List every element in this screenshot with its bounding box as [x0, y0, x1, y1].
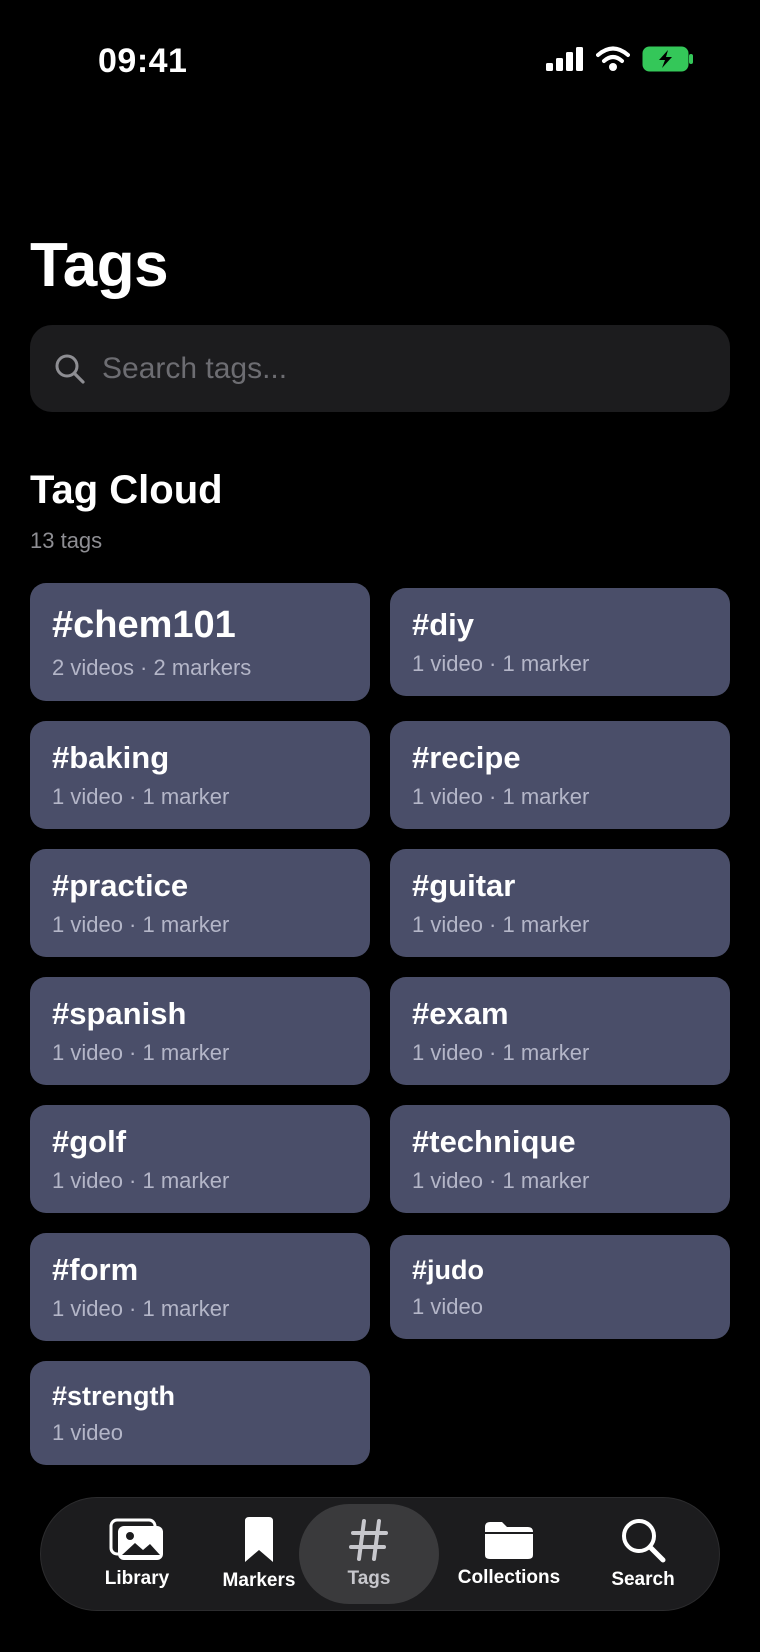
status-icons	[546, 46, 694, 72]
tag-name: #practice	[52, 868, 189, 903]
tag-name: #spanish	[52, 996, 187, 1031]
tag-card[interactable]: #exam 1 video · 1 marker	[390, 977, 730, 1085]
search-input[interactable]	[102, 351, 702, 386]
search-icon	[55, 354, 85, 384]
tag-meta: 1 video · 1 marker	[412, 651, 590, 676]
tag-name: #form	[52, 1252, 139, 1287]
tag-meta: 1 video · 1 marker	[52, 784, 230, 809]
tab-library[interactable]: Library	[77, 1504, 197, 1604]
search-icon	[622, 1519, 666, 1563]
tag-name: #exam	[412, 996, 509, 1031]
tab-bar: Library Markers Tags Collections Search	[40, 1497, 720, 1611]
page-title: Tags	[30, 231, 169, 300]
hashtag-icon	[349, 1519, 388, 1561]
tag-cloud-title: Tag Cloud	[30, 468, 223, 512]
tag-card[interactable]: #strength 1 video	[30, 1361, 370, 1465]
tag-card[interactable]: #recipe 1 video · 1 marker	[390, 721, 730, 829]
tag-name: #golf	[52, 1124, 127, 1159]
tag-name: #baking	[52, 740, 170, 775]
tag-meta: 1 video	[52, 1419, 123, 1445]
tab-label: Tags	[347, 1568, 391, 1589]
tag-card[interactable]: #baking 1 video · 1 marker	[30, 721, 370, 829]
tag-cloud-grid: #chem101 2 videos · 2 markers #diy 1 vid…	[30, 583, 730, 1465]
tag-card[interactable]: #golf 1 video · 1 marker	[30, 1105, 370, 1213]
tag-card[interactable]: #guitar 1 video · 1 marker	[390, 849, 730, 957]
search-bar[interactable]	[30, 325, 730, 412]
tag-name: #technique	[412, 1124, 576, 1159]
tag-name: #judo	[412, 1254, 484, 1285]
wifi-icon	[596, 46, 630, 71]
photo-stack-icon	[109, 1518, 163, 1560]
tag-meta: 1 video · 1 marker	[52, 1296, 230, 1321]
tab-label: Collections	[457, 1567, 561, 1588]
tab-label: Markers	[222, 1570, 296, 1591]
tag-name: #guitar	[412, 868, 516, 903]
tag-card[interactable]: #judo 1 video	[390, 1235, 730, 1339]
tag-card[interactable]: #practice 1 video · 1 marker	[30, 849, 370, 957]
tag-card[interactable]: #chem101 2 videos · 2 markers	[30, 583, 370, 701]
battery-charging-icon	[642, 46, 693, 72]
tag-meta: 1 video · 1 marker	[412, 1168, 590, 1193]
tag-meta: 1 video	[412, 1293, 483, 1319]
tag-card[interactable]: #form 1 video · 1 marker	[30, 1233, 370, 1341]
status-time: 09:41	[98, 42, 188, 80]
tag-name: #chem101	[52, 603, 236, 646]
tag-name: #diy	[412, 607, 475, 642]
tag-meta: 1 video · 1 marker	[52, 1168, 230, 1193]
tag-meta: 1 video · 1 marker	[52, 1040, 230, 1065]
tag-name: #strength	[52, 1380, 176, 1411]
tag-name: #recipe	[412, 740, 521, 775]
tag-meta: 1 video · 1 marker	[412, 784, 590, 809]
tab-collections[interactable]: Collections	[449, 1504, 569, 1604]
tag-count: 13 tags	[30, 528, 103, 553]
signal-icon	[546, 47, 583, 71]
folder-icon	[485, 1522, 533, 1559]
tag-meta: 2 videos · 2 markers	[52, 654, 252, 680]
tag-meta: 1 video · 1 marker	[412, 1040, 590, 1065]
bookmark-icon	[245, 1517, 273, 1562]
tab-label: Search	[611, 1569, 675, 1590]
tag-card[interactable]: #spanish 1 video · 1 marker	[30, 977, 370, 1085]
tab-search[interactable]: Search	[583, 1504, 703, 1604]
tab-label: Library	[104, 1568, 170, 1589]
status-bar: 09:41	[0, 0, 760, 120]
tab-tags[interactable]: Tags	[299, 1504, 439, 1604]
tag-meta: 1 video · 1 marker	[52, 912, 230, 937]
tag-card[interactable]: #technique 1 video · 1 marker	[390, 1105, 730, 1213]
tag-card[interactable]: #diy 1 video · 1 marker	[390, 588, 730, 696]
tag-meta: 1 video · 1 marker	[412, 912, 590, 937]
